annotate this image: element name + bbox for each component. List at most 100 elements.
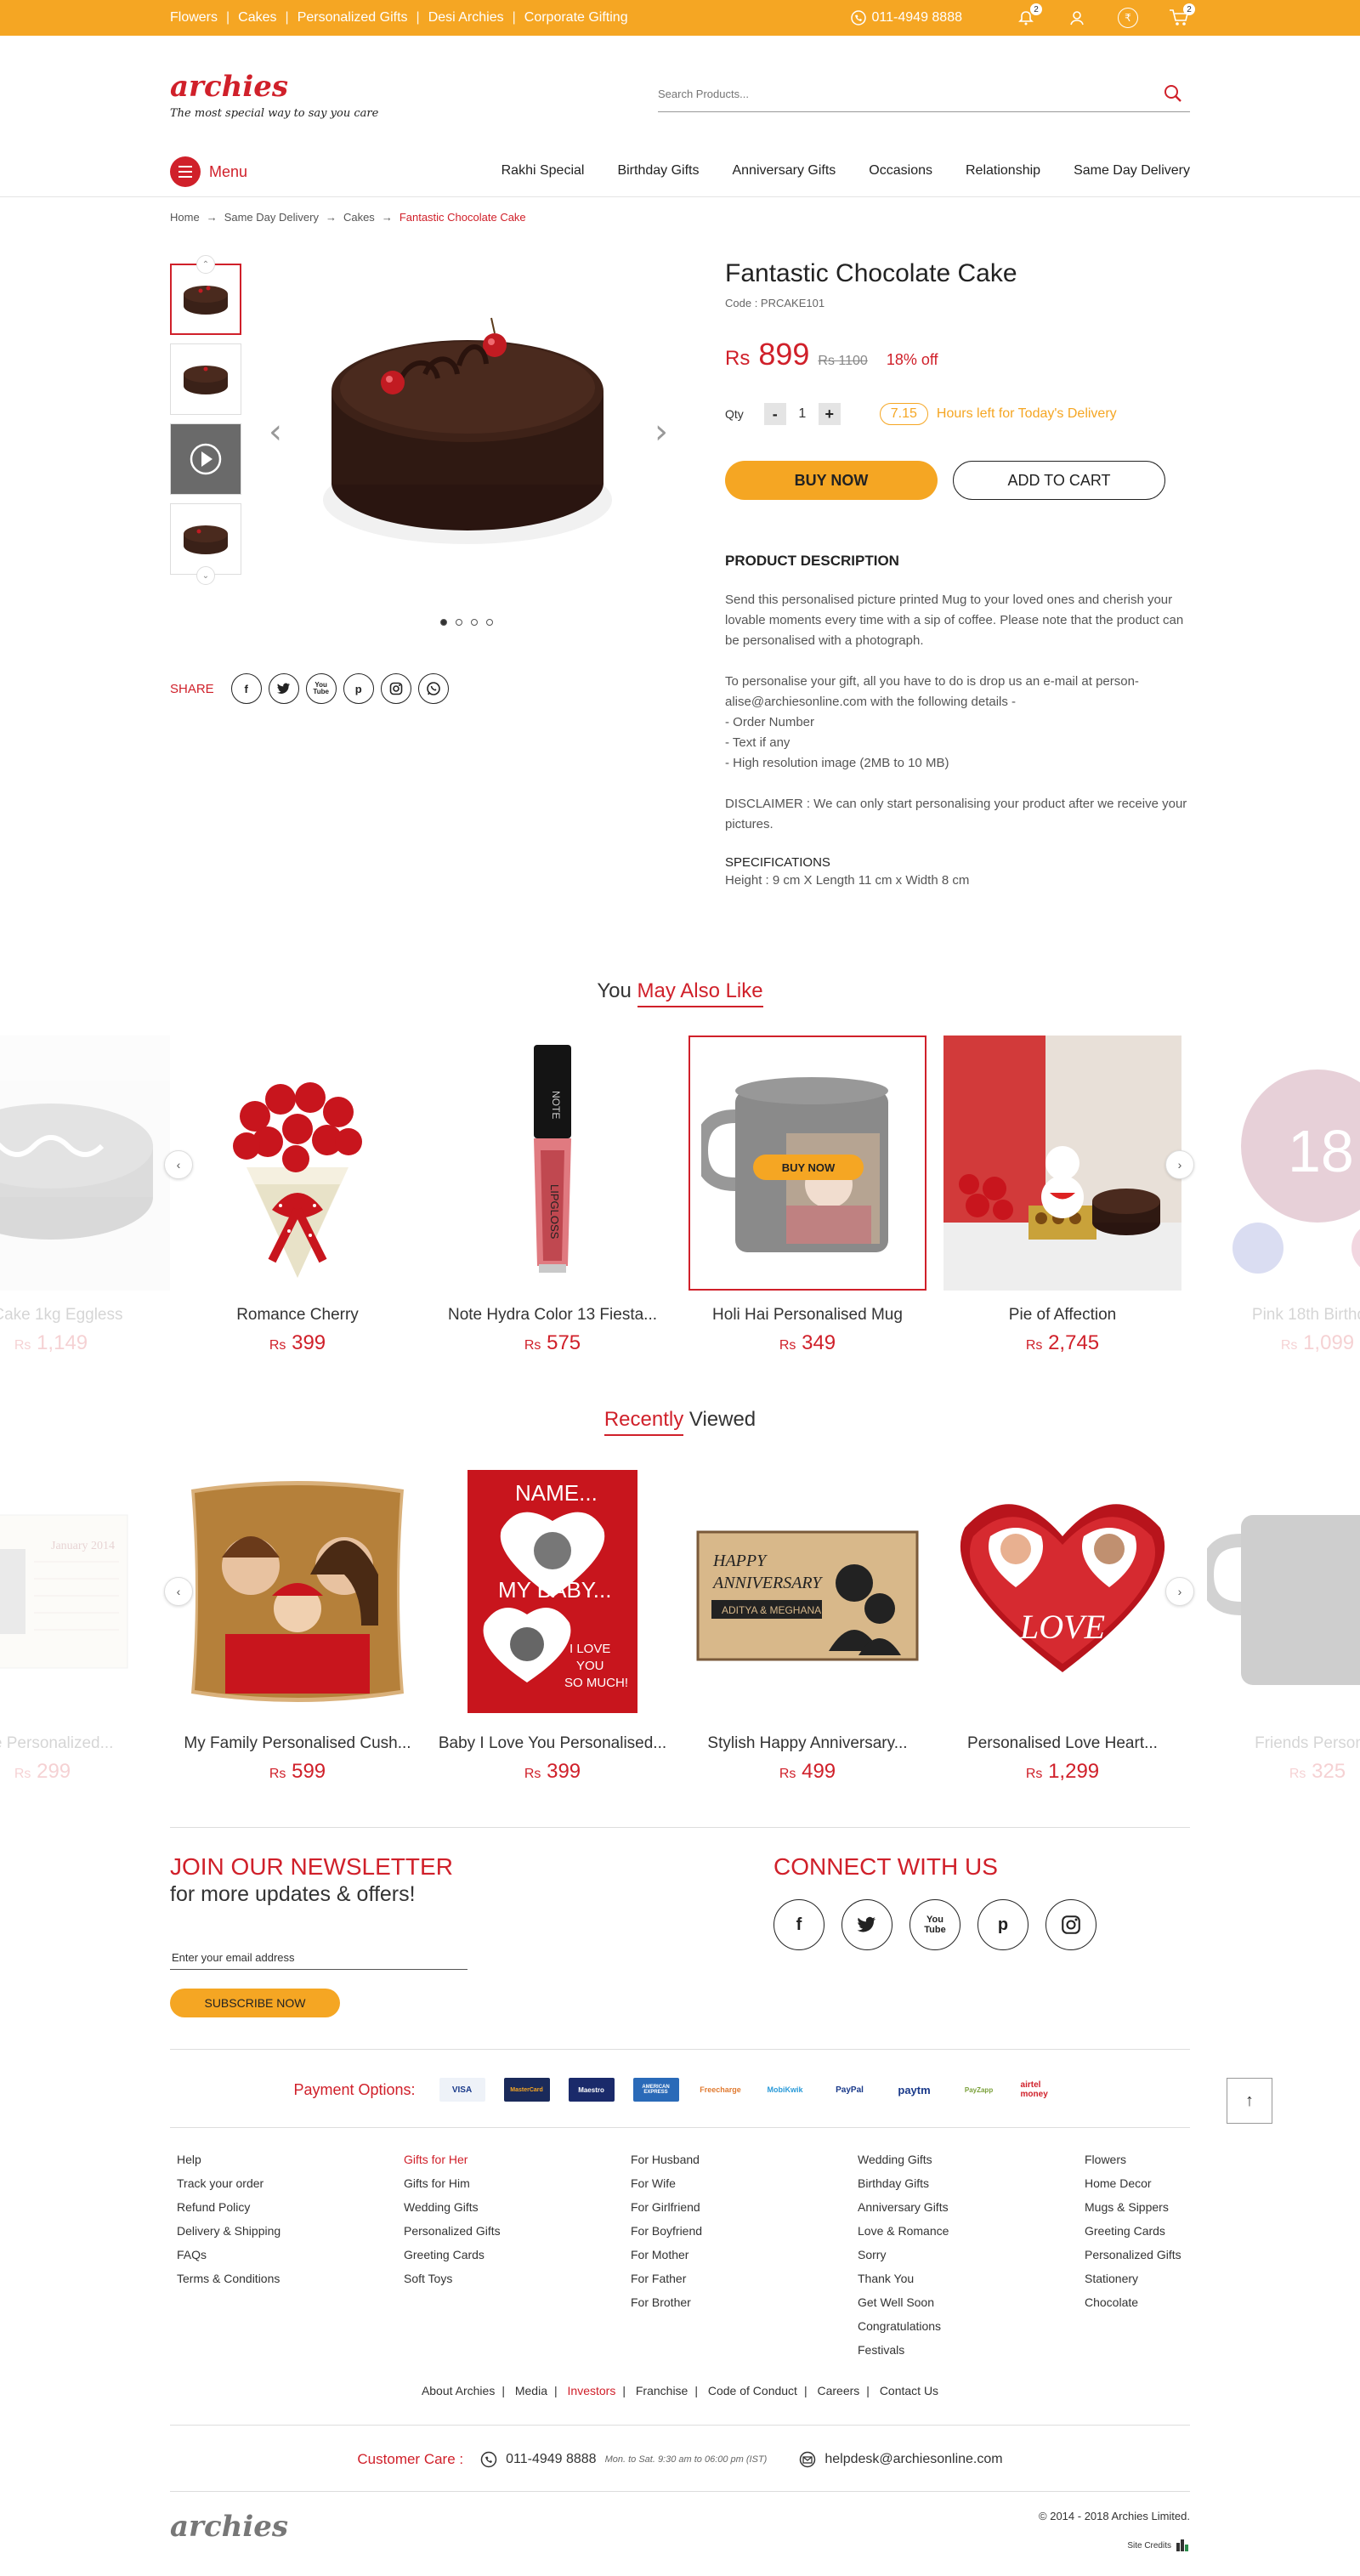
facebook-icon[interactable]: f (774, 1899, 824, 1950)
link-about[interactable]: About Archies (422, 2384, 495, 2397)
twitter-icon[interactable] (268, 673, 299, 704)
dot-2[interactable] (456, 619, 462, 626)
product-image[interactable]: LOVE (944, 1464, 1182, 1719)
thumb-down-arrow[interactable]: ⌄ (196, 566, 215, 585)
product-image[interactable]: BUY NOW (688, 1036, 926, 1291)
footer-link[interactable]: Greeting Cards (404, 2243, 631, 2267)
qty-minus-button[interactable]: - (763, 403, 786, 425)
youtube-icon[interactable]: You Tube (910, 1899, 960, 1950)
product-card[interactable]: BUY NOW Holi Hai Personalised Mug Rs 349 (688, 1036, 926, 1355)
product-name[interactable]: My Family Personalised Cush... (178, 1734, 416, 1753)
product-card[interactable]: NOTE LIPGLOSS Note Hydra Color 13 Fiesta.… (434, 1036, 672, 1355)
top-link-flowers[interactable]: Flowers (170, 10, 218, 26)
search-input[interactable] (658, 77, 1134, 111)
top-link-corporate-gifting[interactable]: Corporate Gifting (524, 10, 628, 26)
archies-logo[interactable]: archies The most special way to say you … (170, 70, 378, 120)
footer-link[interactable]: Home Decor (1085, 2171, 1312, 2195)
product-card[interactable]: Friends Personali Rs 325 (1198, 1464, 1360, 1784)
footer-link[interactable]: Love & Romance (858, 2219, 1085, 2243)
footer-link[interactable]: Terms & Conditions (177, 2267, 404, 2290)
link-franchise[interactable]: Franchise (636, 2384, 688, 2397)
footer-link[interactable]: Gifts for Him (404, 2171, 631, 2195)
nav-occasions[interactable]: Occasions (869, 163, 932, 179)
add-to-cart-button[interactable]: ADD TO CART (953, 461, 1165, 500)
thumbnail-1[interactable] (170, 264, 241, 335)
footer-link[interactable]: Track your order (177, 2171, 404, 2195)
carousel-prev-arrow[interactable]: ‹ (164, 1577, 193, 1606)
footer-link[interactable]: Get Well Soon (858, 2290, 1085, 2314)
product-name[interactable]: Baby I Love You Personalised... (434, 1734, 672, 1753)
qty-value[interactable]: 1 (791, 406, 813, 422)
footer-link[interactable]: Stationery (1085, 2267, 1312, 2290)
footer-link[interactable]: Sorry (858, 2243, 1085, 2267)
newsletter-email-field[interactable]: Enter your email address (170, 1946, 468, 1970)
pinterest-icon[interactable]: p (343, 673, 374, 704)
product-name[interactable]: Romance Cherry (178, 1306, 416, 1325)
top-phone[interactable]: 011-4949 8888 (872, 10, 962, 26)
pinterest-icon[interactable]: p (978, 1899, 1028, 1950)
product-image[interactable] (178, 1036, 416, 1291)
instagram-icon[interactable] (380, 673, 411, 704)
product-name[interactable]: Stylish Happy Anniversary... (688, 1734, 926, 1753)
footer-link[interactable]: Flowers (1085, 2148, 1312, 2171)
footer-link[interactable]: FAQs (177, 2243, 404, 2267)
product-image[interactable]: NOTE LIPGLOSS (434, 1036, 672, 1291)
prev-image-arrow[interactable]: ‹ (269, 412, 282, 451)
product-card[interactable]: NAME... MY BABY... I LOVE YOU SO MUCH! Baby … (434, 1464, 672, 1784)
facebook-icon[interactable]: f (230, 673, 262, 704)
currency-icon[interactable]: ₹ (1117, 7, 1139, 29)
care-phone[interactable]: 011-4949 8888 (506, 2452, 596, 2467)
search-icon[interactable] (1163, 83, 1183, 104)
product-image[interactable] (178, 1464, 416, 1719)
product-card[interactable]: My Family Personalised Cush... Rs 599 (178, 1464, 416, 1784)
crumb-home[interactable]: Home (170, 211, 200, 224)
footer-link[interactable]: Festivals (858, 2338, 1085, 2362)
footer-link[interactable]: Gifts for Her (404, 2148, 631, 2171)
top-link-desi-archies[interactable]: Desi Archies (428, 10, 504, 26)
nav-rakhi-special[interactable]: Rakhi Special (502, 163, 585, 179)
link-investors[interactable]: Investors (568, 2384, 616, 2397)
footer-link[interactable]: Birthday Gifts (858, 2171, 1085, 2195)
product-card[interactable]: January 2014 able Personalized... Rs 299 (0, 1464, 162, 1784)
product-name[interactable]: e Cake 1kg Eggless (0, 1306, 170, 1325)
thumbnail-video[interactable] (170, 423, 241, 495)
footer-link[interactable]: Thank You (858, 2267, 1085, 2290)
next-image-arrow[interactable]: › (654, 412, 668, 451)
product-name[interactable]: Holi Hai Personalised Mug (688, 1306, 926, 1325)
dot-4[interactable] (486, 619, 493, 626)
notification-icon[interactable]: 2 (1015, 3, 1042, 29)
footer-link[interactable]: Personalized Gifts (1085, 2243, 1312, 2267)
footer-link[interactable]: Chocolate (1085, 2290, 1312, 2314)
nav-birthday-gifts[interactable]: Birthday Gifts (617, 163, 699, 179)
top-link-personalized-gifts[interactable]: Personalized Gifts (298, 10, 408, 26)
product-card[interactable]: 18 Pink 18th Birthday Rs 1,099 (1198, 1036, 1360, 1355)
user-icon[interactable] (1066, 7, 1088, 29)
footer-link[interactable]: Anniversary Gifts (858, 2195, 1085, 2219)
crumb-cakes[interactable]: Cakes (343, 211, 375, 224)
top-link-cakes[interactable]: Cakes (238, 10, 276, 26)
product-image[interactable]: HAPPY ANNIVERSARY ADITYA & MEGHANA (688, 1464, 926, 1719)
footer-link[interactable]: Refund Policy (177, 2195, 404, 2219)
youtube-icon[interactable]: You Tube (305, 673, 337, 704)
nav-anniversary-gifts[interactable]: Anniversary Gifts (732, 163, 836, 179)
product-name[interactable]: able Personalized... (0, 1734, 162, 1753)
back-to-top-button[interactable]: ↑ (1227, 2078, 1272, 2124)
footer-link[interactable]: Personalized Gifts (404, 2219, 631, 2243)
whatsapp-icon[interactable] (417, 673, 449, 704)
thumbnail-2[interactable] (170, 343, 241, 415)
footer-link[interactable]: Mugs & Sippers (1085, 2195, 1312, 2219)
nav-same-day-delivery[interactable]: Same Day Delivery (1074, 163, 1190, 179)
buy-now-button[interactable]: BUY NOW (725, 461, 938, 500)
product-card[interactable]: e Cake 1kg Eggless Rs 1,149 (0, 1036, 170, 1355)
link-media[interactable]: Media (515, 2384, 547, 2397)
product-image[interactable] (944, 1036, 1182, 1291)
product-name[interactable]: Note Hydra Color 13 Fiesta... (434, 1306, 672, 1325)
carousel-next-arrow[interactable]: › (1165, 1577, 1194, 1606)
footer-link[interactable]: Wedding Gifts (404, 2195, 631, 2219)
product-name[interactable]: Pink 18th Birthday (1198, 1306, 1360, 1325)
menu-button[interactable]: Menu (170, 156, 247, 187)
product-name[interactable]: Pie of Affection (944, 1306, 1182, 1325)
footer-link[interactable]: For Boyfriend (631, 2219, 858, 2243)
footer-link[interactable]: Soft Toys (404, 2267, 631, 2290)
crumb-same-day[interactable]: Same Day Delivery (224, 211, 319, 224)
